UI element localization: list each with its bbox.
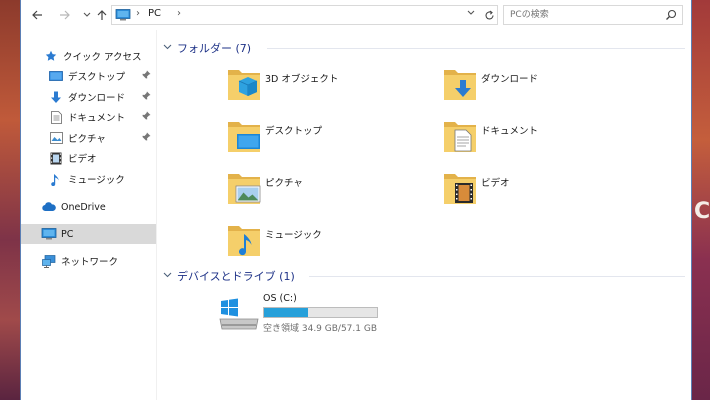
group-divider-line — [267, 48, 685, 49]
3d-objects-folder-icon — [228, 70, 260, 100]
group-header-label: デバイスとドライブ (1) — [177, 270, 295, 283]
breadcrumb-chevron-icon[interactable]: › — [136, 8, 140, 19]
drive-usage-bar — [263, 307, 378, 318]
pin-icon[interactable] — [142, 91, 151, 102]
nav-item-downloads[interactable]: ダウンロード — [21, 87, 156, 107]
download-icon — [48, 89, 64, 105]
nav-item-pictures[interactable]: ピクチャ — [21, 128, 156, 148]
wallpaper-edge-text: CH — [694, 199, 710, 224]
music-folder-icon — [228, 226, 260, 256]
pc-icon — [115, 9, 131, 21]
nav-item-label: デスクトップ — [68, 72, 126, 83]
forward-arrow-icon[interactable] — [57, 7, 73, 23]
folder-label: ダウンロード — [481, 74, 539, 85]
pin-icon[interactable] — [142, 111, 151, 122]
breadcrumb-pc[interactable]: PC — [148, 8, 161, 19]
music-icon — [48, 171, 64, 187]
group-divider-line — [309, 276, 685, 277]
drive-usage-fill — [264, 308, 309, 317]
nav-item-quick-access[interactable]: クイック アクセス — [21, 46, 156, 66]
folder-tile-downloads[interactable]: ダウンロード — [443, 65, 663, 109]
folder-tile-pictures[interactable]: ピクチャ — [227, 169, 447, 213]
nav-item-label: ピクチャ — [68, 134, 106, 145]
windows-drive-icon — [219, 298, 259, 330]
pin-icon[interactable] — [142, 132, 151, 143]
video-icon — [48, 150, 64, 166]
desktop-icon — [48, 68, 64, 84]
pc-icon — [41, 226, 57, 242]
collapse-chevron-icon[interactable] — [163, 271, 175, 281]
breadcrumb-chevron-icon[interactable]: › — [177, 8, 181, 19]
refresh-icon[interactable] — [481, 5, 498, 25]
videos-folder-icon — [444, 174, 476, 204]
nav-item-desktop[interactable]: デスクトップ — [21, 66, 156, 86]
network-icon — [41, 253, 57, 269]
folder-tile-videos[interactable]: ビデオ — [443, 169, 663, 213]
pin-icon[interactable] — [142, 70, 151, 81]
folder-label: ミュージック — [265, 230, 322, 241]
nav-item-videos[interactable]: ビデオ — [21, 148, 156, 168]
nav-item-label: ビデオ — [68, 154, 97, 165]
group-header-label: フォルダー (7) — [177, 42, 252, 55]
back-arrow-icon[interactable] — [29, 7, 45, 23]
search-box[interactable] — [503, 5, 683, 25]
documents-folder-icon — [444, 122, 476, 152]
pictures-icon — [48, 130, 64, 146]
nav-item-label: OneDrive — [61, 201, 106, 213]
nav-item-label: ネットワーク — [61, 257, 119, 268]
collapse-chevron-icon[interactable] — [163, 43, 175, 53]
folder-tile-music[interactable]: ミュージック — [227, 221, 447, 265]
folder-label: デスクトップ — [265, 126, 323, 137]
onedrive-cloud-icon — [41, 199, 57, 215]
address-bar[interactable]: › PC › — [111, 5, 498, 25]
folder-tile-documents[interactable]: ドキュメント — [443, 117, 663, 161]
address-toolbar: › PC › — [21, 0, 691, 30]
pictures-folder-icon — [228, 174, 261, 204]
folders-group-header[interactable]: フォルダー (7) — [163, 40, 251, 56]
folder-tile-3d-objects[interactable]: 3D オブジェクト — [227, 65, 447, 109]
folder-label: ビデオ — [481, 178, 510, 189]
search-input[interactable] — [510, 7, 660, 23]
desktop-wallpaper-left — [0, 0, 20, 400]
drive-free-space: 空き領域 34.9 GB/57.1 GB — [263, 324, 377, 334]
folder-label: 3D オブジェクト — [265, 74, 339, 85]
nav-item-label: ドキュメント — [68, 113, 126, 124]
document-icon — [48, 109, 64, 125]
file-explorer-window: › PC › クイック アクセス デスクト — [20, 0, 692, 400]
star-icon — [43, 48, 59, 64]
desktop-folder-icon — [228, 122, 260, 152]
content-pane: フォルダー (7) 3D オブジェクト ダウンロード デスクトップ ドキュメント… — [157, 30, 691, 400]
nav-item-label: クイック アクセス — [63, 52, 142, 63]
nav-item-music[interactable]: ミュージック — [21, 169, 156, 189]
nav-item-label: ダウンロード — [68, 93, 126, 104]
up-arrow-icon[interactable] — [94, 7, 110, 23]
search-icon[interactable] — [665, 9, 677, 24]
recent-locations-chevron-icon[interactable] — [79, 7, 95, 23]
drive-name: OS (C:) — [263, 293, 297, 304]
nav-item-pc[interactable]: PC — [21, 224, 156, 244]
nav-item-label: ミュージック — [68, 175, 125, 186]
nav-item-documents[interactable]: ドキュメント — [21, 107, 156, 127]
downloads-folder-icon — [444, 70, 476, 100]
nav-item-network[interactable]: ネットワーク — [21, 251, 156, 271]
navigation-pane: クイック アクセス デスクトップ ダウンロード ドキュメント ピクチャ ビデオ … — [21, 30, 156, 400]
folder-tile-desktop[interactable]: デスクトップ — [227, 117, 447, 161]
folder-label: ドキュメント — [481, 126, 539, 137]
folder-label: ピクチャ — [265, 178, 303, 189]
drive-tile-c[interactable]: OS (C:) 空き領域 34.9 GB/57.1 GB — [219, 293, 469, 337]
drives-group-header[interactable]: デバイスとドライブ (1) — [163, 268, 295, 284]
nav-item-label: PC — [61, 228, 74, 240]
address-dropdown-icon[interactable] — [464, 9, 478, 23]
nav-item-onedrive[interactable]: OneDrive — [21, 197, 156, 217]
